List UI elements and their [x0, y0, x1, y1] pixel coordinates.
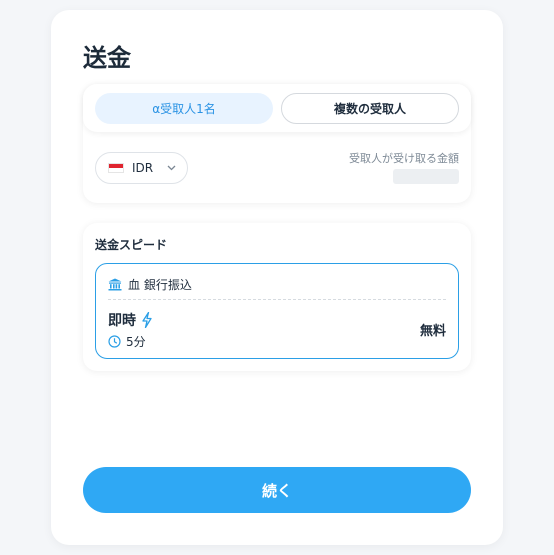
chevron-down-icon [167, 163, 176, 174]
option-divider [108, 299, 446, 300]
transfer-speed-panel: 送金スピード 血 銀行振込 即時 5分 無料 [83, 223, 471, 371]
bank-transfer-label: 血 銀行振込 [128, 278, 192, 292]
fee-label: 無料 [419, 324, 446, 339]
speed-option-instant[interactable]: 血 銀行振込 即時 5分 無料 [95, 263, 459, 359]
duration-label: 5分 [126, 335, 146, 349]
instant-row: 即時 [108, 310, 152, 330]
transfer-card: 送金 α受取人1名 複数の受取人 IDR 受取人が受け取る金額 送金スピード 血… [51, 10, 503, 545]
amount-panel: α受取人1名 複数の受取人 IDR 受取人が受け取る金額 [83, 84, 471, 203]
clock-icon [108, 335, 121, 348]
tab-multiple-recipients[interactable]: 複数の受取人 [281, 93, 459, 124]
page-title: 送金 [83, 44, 131, 72]
instant-label: 即時 [108, 313, 136, 329]
continue-button[interactable]: 続く [83, 467, 471, 513]
receiver-amount-label: 受取人が受け取る金額 [349, 152, 459, 165]
lightning-icon [142, 312, 152, 328]
duration-row: 5分 [108, 333, 146, 350]
receiver-amount-value [393, 169, 459, 184]
tab-single-recipient[interactable]: α受取人1名 [95, 93, 273, 124]
indonesia-flag-icon [108, 163, 124, 173]
bank-transfer-row: 血 銀行振込 [108, 276, 192, 293]
transfer-speed-title: 送金スピード [95, 238, 168, 252]
recipient-tabs: α受取人1名 複数の受取人 [83, 84, 471, 132]
currency-code: IDR [132, 161, 154, 175]
currency-select[interactable]: IDR [95, 152, 188, 184]
bank-icon [108, 278, 122, 291]
